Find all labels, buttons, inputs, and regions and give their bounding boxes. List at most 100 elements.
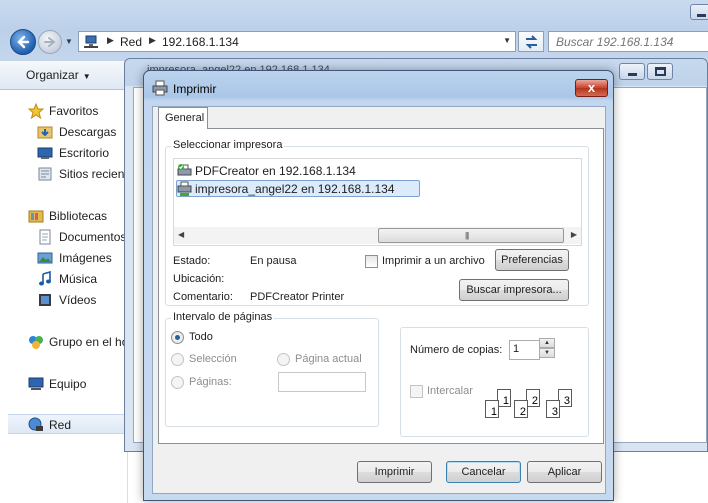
collate-label[interactable]: Intercalar	[427, 385, 473, 397]
printer-name: PDFCreator en 192.168.1.134	[195, 164, 356, 178]
nav-item-documents[interactable]: Documentos	[0, 227, 128, 247]
recent-pages-dropdown-icon[interactable]: ▼	[65, 37, 73, 46]
scrollbar-thumb[interactable]: |||	[378, 228, 564, 243]
collate-page-number: 2	[519, 406, 526, 418]
preferences-button[interactable]: Preferencias	[495, 249, 569, 271]
network-globe-icon	[28, 417, 43, 431]
forward-button[interactable]	[38, 30, 62, 54]
nav-item-desktop[interactable]: Escritorio	[0, 143, 128, 163]
pages-input[interactable]	[278, 372, 366, 392]
copies-input[interactable]: 1	[509, 340, 540, 360]
tab-general[interactable]: General	[158, 107, 208, 129]
nav-item-images[interactable]: Imágenes	[0, 248, 128, 268]
range-all-label[interactable]: Todo	[189, 331, 213, 343]
page-range-group: Intervalo de páginas Todo Selección Pági…	[165, 311, 379, 427]
refresh-button[interactable]	[518, 31, 544, 52]
minimize-icon	[697, 14, 706, 17]
copies-spinner[interactable]: ▲ ▼	[539, 338, 555, 358]
nav-label: Escritorio	[59, 146, 110, 160]
collate-page-number: 2	[531, 395, 538, 407]
range-current-page-radio[interactable]	[277, 353, 290, 366]
cancel-button[interactable]: Cancelar	[446, 461, 521, 483]
network-icon	[84, 35, 98, 48]
status-label: Estado:	[173, 255, 211, 267]
nav-label: Música	[59, 272, 98, 286]
maximize-button[interactable]	[647, 63, 673, 80]
downloads-folder-icon	[37, 126, 53, 139]
star-icon	[28, 103, 44, 119]
address-bar[interactable]: ▶ Red ▶ 192.168.1.134 ▼	[78, 31, 516, 52]
scroll-right-icon[interactable]: ▶	[571, 230, 577, 239]
collate-page-icon: 1	[485, 400, 499, 418]
print-button[interactable]: Imprimir	[357, 461, 432, 483]
nav-item-recent-places[interactable]: Sitios recientes	[0, 164, 128, 184]
nav-item-computer[interactable]: Equipo	[0, 374, 128, 394]
collate-page-number: 3	[551, 406, 558, 418]
breadcrumb-separator-icon[interactable]: ▶	[149, 35, 156, 46]
nav-item-network[interactable]: Red	[8, 414, 128, 434]
documents-icon	[39, 229, 51, 245]
minimize-button[interactable]	[619, 63, 645, 80]
homegroup-icon	[29, 336, 43, 349]
grip-icon: |||	[465, 231, 469, 240]
collate-page-number: 1	[490, 406, 497, 418]
search-input[interactable]	[549, 32, 699, 51]
navigation-pane: Favoritos Descargas Escritorio Sitios re…	[0, 90, 128, 503]
apply-button[interactable]: Aplicar	[527, 461, 602, 483]
collate-page-icon: 1	[497, 389, 511, 407]
copies-value: 1	[513, 343, 520, 355]
network-printer-icon	[177, 181, 192, 196]
computer-icon	[28, 377, 44, 390]
minimize-button[interactable]	[690, 4, 708, 20]
spin-up-icon[interactable]: ▲	[539, 338, 555, 348]
nav-item-homegroup[interactable]: Grupo en el hogar	[0, 332, 128, 352]
range-all-radio[interactable]	[171, 331, 184, 344]
nav-label: Favoritos	[49, 104, 99, 118]
find-printer-button[interactable]: Buscar impresora...	[459, 279, 569, 301]
range-pages-radio[interactable]	[171, 376, 184, 389]
range-selection-radio[interactable]	[171, 353, 184, 366]
nav-item-music[interactable]: Música	[0, 269, 128, 289]
range-selection-label[interactable]: Selección	[189, 353, 237, 365]
collate-page-number: 1	[502, 395, 509, 407]
nav-item-libraries[interactable]: Bibliotecas	[0, 206, 128, 226]
range-current-page-label[interactable]: Página actual	[295, 353, 362, 365]
breadcrumb-separator-icon[interactable]: ▶	[107, 35, 114, 46]
copies-label: Número de copias:	[410, 344, 503, 356]
libraries-icon	[28, 210, 44, 223]
printer-default-icon	[177, 164, 192, 176]
nav-label: Grupo en el hogar	[49, 335, 128, 349]
scroll-left-icon[interactable]: ◀	[178, 230, 184, 239]
printer-list-scrollbar[interactable]: ◀ ||| ▶	[174, 227, 581, 244]
printer-icon	[152, 80, 168, 96]
printer-list[interactable]: PDFCreator en 192.168.1.134 impresora_an…	[173, 158, 582, 246]
nav-item-videos[interactable]: Vídeos	[0, 290, 128, 310]
close-button[interactable]: x	[575, 79, 608, 97]
organize-label: Organizar	[26, 68, 79, 82]
range-pages-label[interactable]: Páginas:	[189, 376, 232, 388]
print-to-file-label[interactable]: Imprimir a un archivo	[382, 255, 485, 267]
breadcrumb-red[interactable]: Red	[120, 35, 142, 49]
forward-arrow-icon	[44, 37, 56, 47]
printer-item-selected[interactable]: impresora_angel22 en 192.168.1.134	[176, 180, 420, 197]
nav-item-favorites[interactable]: Favoritos	[0, 101, 128, 121]
collate-page-number: 3	[563, 395, 570, 407]
print-dialog: Imprimir x General Seleccionar impresora…	[143, 70, 614, 501]
spin-down-icon[interactable]: ▼	[539, 348, 555, 358]
printer-name: impresora_angel22 en 192.168.1.134	[195, 182, 395, 196]
collate-checkbox[interactable]	[410, 385, 423, 398]
back-button[interactable]	[10, 29, 36, 55]
nav-label: Vídeos	[59, 293, 97, 307]
select-printer-label: Seleccionar impresora	[171, 139, 285, 151]
address-dropdown-icon[interactable]: ▼	[503, 36, 511, 45]
nav-item-downloads[interactable]: Descargas	[0, 122, 128, 142]
nav-label: Imágenes	[59, 251, 112, 265]
search-box[interactable]	[548, 31, 708, 52]
organize-menu-button[interactable]: Organizar ▼	[26, 68, 91, 82]
back-arrow-icon	[17, 35, 30, 49]
close-icon: x	[587, 80, 596, 95]
maximize-icon	[655, 67, 666, 76]
nav-label: Documentos	[59, 230, 127, 244]
breadcrumb-host[interactable]: 192.168.1.134	[162, 35, 239, 49]
print-to-file-checkbox[interactable]	[365, 255, 378, 268]
